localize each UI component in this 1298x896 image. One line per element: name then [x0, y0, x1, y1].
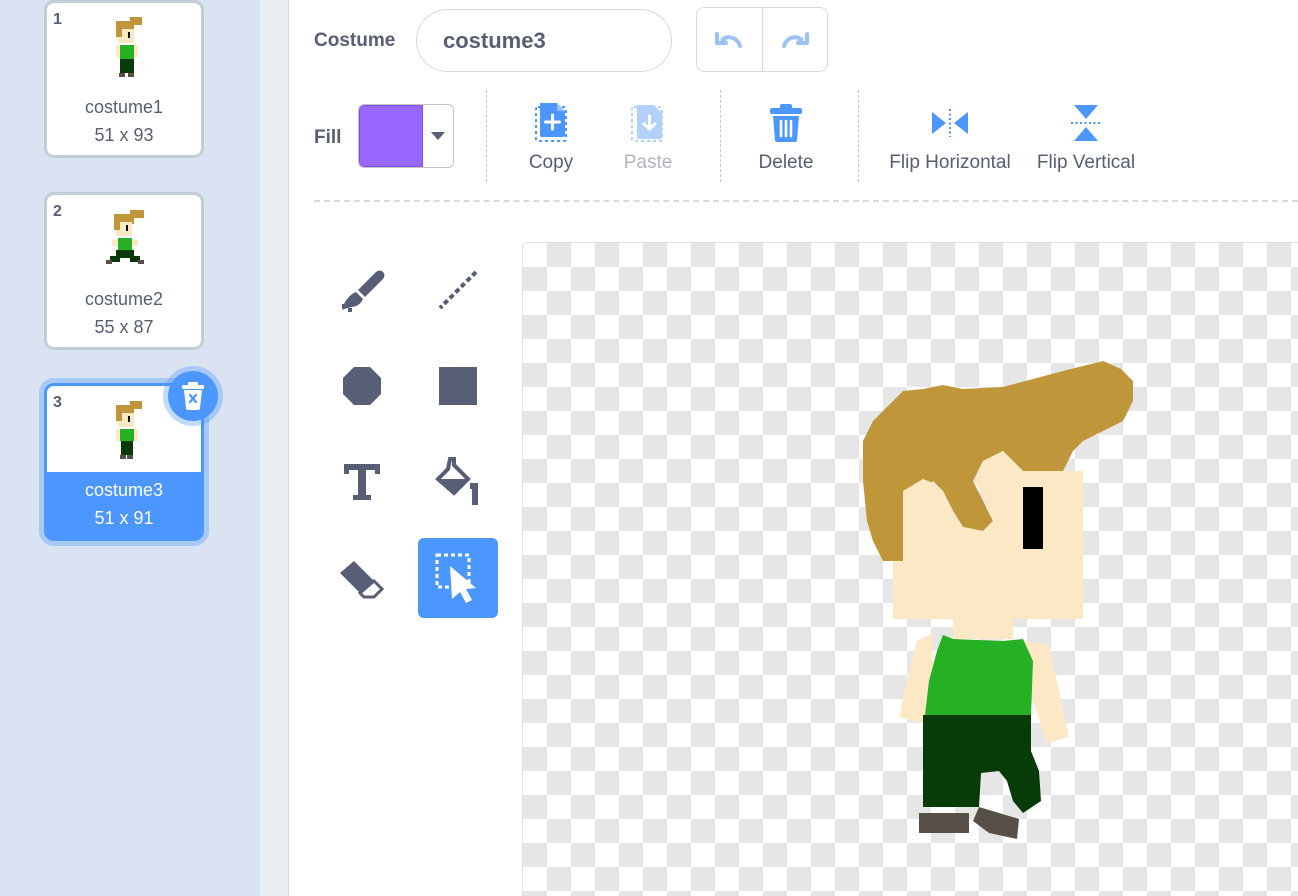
flip-horizontal-button[interactable]: Flip Horizontal: [884, 100, 1016, 174]
eraser-icon: [340, 561, 385, 599]
delete-label: Delete: [758, 152, 814, 173]
brush-tool[interactable]: [322, 250, 402, 330]
costume-thumbnail: [87, 11, 167, 91]
toolbar-separator: [720, 90, 721, 182]
circle-tool[interactable]: [322, 346, 402, 426]
costume-number: 2: [53, 203, 62, 220]
costume-name: costume3: [84, 480, 164, 500]
redo-icon: [781, 31, 809, 48]
flip-horizontal-label: Flip Horizontal: [889, 152, 1011, 173]
fill-color-picker[interactable]: [358, 104, 454, 168]
circle-icon: [343, 367, 381, 405]
undo-button[interactable]: [697, 8, 762, 71]
costume-size: 51 x 93: [94, 125, 154, 145]
undo-icon: [715, 31, 743, 48]
redo-button[interactable]: [761, 8, 827, 71]
copy-button[interactable]: Copy: [512, 100, 590, 174]
fill-label: Fill: [314, 127, 342, 148]
costume-list-sidebar: 1 costume1 51 x 93 2 costume2 55 x 87 3 …: [0, 0, 260, 896]
flip-vertical-button[interactable]: Flip Vertical: [1034, 100, 1138, 174]
line-tool[interactable]: [418, 250, 498, 330]
caret-down-icon: [431, 132, 445, 140]
undo-redo-group: [696, 7, 828, 72]
line-icon: [438, 270, 478, 310]
toolbar-separator: [858, 90, 859, 182]
costume-tile-1[interactable]: 1 costume1 51 x 93: [44, 0, 204, 158]
delete-costume-button[interactable]: [163, 366, 223, 426]
paste-button[interactable]: Paste: [612, 100, 684, 174]
rectangle-icon: [439, 367, 477, 405]
costume-name: costume2: [84, 289, 164, 309]
rectangle-tool[interactable]: [418, 346, 498, 426]
costume-number: 1: [53, 11, 62, 28]
costume-thumbnail: [87, 394, 167, 474]
costume-number: 3: [53, 394, 62, 411]
paste-label: Paste: [623, 152, 673, 173]
eraser-tool[interactable]: [322, 538, 402, 618]
copy-label: Copy: [528, 152, 574, 173]
trash-icon: [770, 104, 802, 142]
sprite-character: [863, 361, 1133, 839]
toolbar-separator: [486, 90, 487, 182]
flip-horizontal-icon: [932, 109, 968, 137]
costume-name-input[interactable]: [416, 9, 672, 72]
costume-name: costume1: [84, 97, 164, 117]
select-icon: [435, 553, 476, 603]
costume-tile-2[interactable]: 2 costume2 55 x 87: [44, 192, 204, 350]
fill-tool[interactable]: [418, 442, 498, 522]
paint-bucket-icon: [435, 457, 478, 505]
trash-icon: [182, 382, 204, 410]
costume-size: 51 x 91: [94, 508, 154, 528]
text-icon: [344, 464, 380, 500]
paint-canvas[interactable]: [522, 242, 1298, 896]
copy-icon: [535, 103, 567, 142]
fill-color-swatch: [359, 105, 423, 167]
paste-icon: [631, 105, 663, 142]
brush-icon: [342, 270, 385, 312]
costume-name-label: Costume: [314, 30, 396, 51]
costume-thumbnail: [87, 203, 167, 283]
sidebar-divider: [260, 0, 289, 896]
toolbar-bottom-separator: [314, 200, 1298, 202]
flip-vertical-label: Flip Vertical: [1036, 152, 1136, 173]
costume-size: 55 x 87: [94, 317, 154, 337]
select-tool[interactable]: [418, 538, 498, 618]
delete-button[interactable]: Delete: [750, 100, 822, 174]
flip-vertical-icon: [1071, 105, 1101, 141]
text-tool[interactable]: [322, 442, 402, 522]
